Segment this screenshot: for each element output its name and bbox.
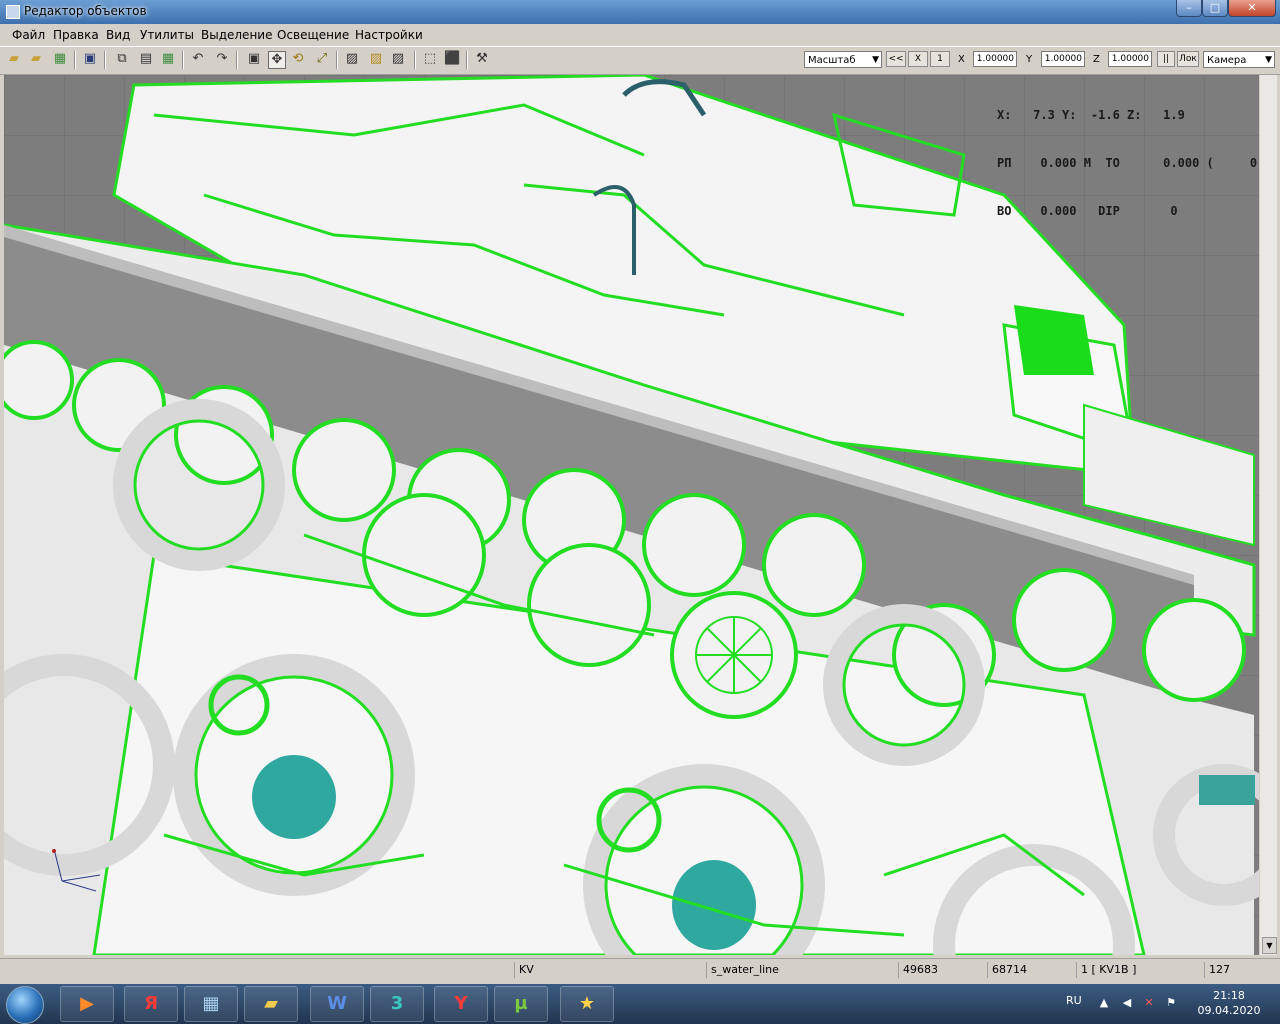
status-bar: KV s_water_line 49683 68714 1 [ KV1B ] 1…	[0, 958, 1280, 981]
open-recent-icon[interactable]: ▰	[28, 51, 44, 67]
toolbar-separator	[336, 51, 338, 69]
status-material: s_water_line	[706, 962, 896, 978]
window-title: Редактор объектов	[24, 4, 147, 18]
move-icon[interactable]: ✥	[268, 51, 286, 69]
vertical-scrollbar[interactable]	[1260, 75, 1277, 955]
readout-line-3: ВО 0.000 DIP 0	[997, 204, 1178, 218]
tray-arrow-icon[interactable]: ▲	[1097, 996, 1111, 1010]
menu-view[interactable]: Вид	[106, 28, 130, 42]
z-value-field[interactable]: 1.00000	[1108, 51, 1152, 67]
lock-button[interactable]: Лок	[1177, 51, 1199, 67]
object-editor-window: Редактор объектов – □ ✕ Файл Правка Вид …	[0, 0, 1280, 984]
grid-icon[interactable]: ▦	[52, 51, 68, 67]
duplicate-grid-icon[interactable]: ▦	[160, 51, 176, 67]
menu-lighting[interactable]: Освещение	[277, 28, 349, 42]
cube-icon[interactable]: ⬛	[444, 51, 460, 67]
y-label: Y	[1026, 54, 1033, 65]
object-properties-icon[interactable]: ▨	[344, 51, 360, 67]
one-button[interactable]: 1	[930, 51, 950, 67]
scale-icon[interactable]: ⤢	[314, 51, 330, 67]
back-button[interactable]: <<	[886, 51, 906, 67]
clock-date: 09.04.2020	[1197, 1004, 1261, 1017]
x-value-field[interactable]: 1.00000	[973, 51, 1017, 67]
view-select-value: Камера	[1207, 55, 1247, 66]
minimize-button[interactable]: –	[1176, 0, 1202, 17]
utorrent-icon[interactable]: µ	[494, 986, 548, 1022]
view-select[interactable]: Камера ▼	[1203, 51, 1275, 68]
menu-edit[interactable]: Правка	[53, 28, 99, 42]
toolbar-separator	[104, 51, 106, 69]
status-object-name: KV	[514, 962, 704, 978]
menu-bar: Файл Правка Вид Утилиты Выделение Освеще…	[0, 25, 1280, 45]
mode-select[interactable]: Масштаб ▼	[804, 51, 882, 68]
toolbar-separator	[236, 51, 238, 69]
chevron-down-icon: ▼	[1265, 55, 1272, 65]
toolbar-separator	[74, 51, 76, 69]
menu-selection[interactable]: Выделение	[201, 28, 272, 42]
rotate-icon[interactable]: ⟲	[290, 51, 306, 67]
status-vertex-count: 49683	[898, 962, 986, 978]
menu-file[interactable]: Файл	[12, 28, 45, 42]
material-icon[interactable]: ▨	[368, 51, 384, 67]
status-selection: 1 [ KV1B ]	[1076, 962, 1202, 978]
close-button[interactable]: ✕	[1228, 0, 1276, 17]
select-frame-icon[interactable]: ▣	[246, 51, 262, 67]
status-count: 127	[1204, 962, 1280, 978]
open-folder-icon[interactable]: ▰	[6, 51, 22, 67]
texture-icon[interactable]: ▨	[390, 51, 406, 67]
flag-icon[interactable]: ⚑	[1164, 996, 1178, 1010]
toolbar-separator	[182, 51, 184, 69]
clock-time: 21:18	[1213, 989, 1245, 1002]
maximize-button[interactable]: □	[1202, 0, 1228, 17]
x-button[interactable]: X	[908, 51, 928, 67]
clock[interactable]: 21:18 09.04.2020	[1194, 988, 1264, 1018]
readout-line-2: РП 0.000 М ТО 0.000 ( 0.000 )	[997, 156, 1259, 170]
paste-icon[interactable]: ▤	[138, 51, 154, 67]
app-icon	[6, 5, 20, 19]
toolbar: ▰ ▰ ▦ ▣ ⧉ ▤ ▦ ↶ ↷ ▣ ✥ ⟲ ⤢ ▨ ▨ ▨ ⬚ ⬛ ⚒ Ма…	[0, 46, 1280, 75]
game-icon[interactable]: ★	[560, 986, 614, 1022]
tools-icon[interactable]: ⚒	[474, 51, 490, 67]
z-label: Z	[1093, 54, 1100, 65]
volume-icon[interactable]: ◀	[1120, 996, 1134, 1010]
pause-button[interactable]: ||	[1157, 51, 1175, 67]
box-select-icon[interactable]: ⬚	[422, 51, 438, 67]
start-button[interactable]	[6, 986, 44, 1024]
word-icon[interactable]: W	[310, 986, 364, 1022]
media-player-icon[interactable]: ▶	[60, 986, 114, 1022]
save-icon[interactable]: ▣	[82, 51, 98, 67]
y-value-field[interactable]: 1.00000	[1041, 51, 1085, 67]
toolbar-separator	[414, 51, 416, 69]
language-indicator[interactable]: RU	[1066, 994, 1082, 1007]
explorer-folder-icon[interactable]: ▰	[244, 986, 298, 1022]
readout-line-1: X: 7.3 Y: -1.6 Z: 1.9	[997, 108, 1185, 122]
network-icon[interactable]: ✕	[1142, 996, 1156, 1010]
coordinates-readout: X: 7.3 Y: -1.6 Z: 1.9 РП 0.000 М ТО 0.00…	[997, 75, 1259, 251]
menu-settings[interactable]: Настройки	[355, 28, 423, 42]
x-label: X	[958, 54, 965, 65]
mode-select-value: Масштаб	[808, 55, 856, 66]
axis-gizmo-icon	[52, 848, 101, 892]
status-face-count: 68714	[987, 962, 1075, 978]
copy-icon[interactable]: ⧉	[114, 51, 130, 67]
3ds-max-icon[interactable]: 3	[370, 986, 424, 1022]
title-bar[interactable]: Редактор объектов – □ ✕	[0, 0, 1280, 24]
redo-icon[interactable]: ↷	[214, 51, 230, 67]
scroll-down-icon[interactable]: ▼	[1262, 937, 1277, 954]
chevron-down-icon: ▼	[872, 55, 879, 65]
3d-viewport[interactable]: X: 7.3 Y: -1.6 Z: 1.9 РП 0.000 М ТО 0.00…	[4, 75, 1259, 955]
menu-utilities[interactable]: Утилиты	[140, 28, 194, 42]
control-panel-icon[interactable]: ▦	[184, 986, 238, 1022]
yandex-browser-icon[interactable]: Я	[124, 986, 178, 1022]
yandex-icon[interactable]: Y	[434, 986, 488, 1022]
undo-icon[interactable]: ↶	[190, 51, 206, 67]
toolbar-separator	[466, 51, 468, 69]
windows-taskbar: ▶ Я ▦ ▰ W 3 Y µ ★ RU ▲ ◀ ✕ ⚑ 21:18 09.04…	[0, 984, 1280, 1024]
